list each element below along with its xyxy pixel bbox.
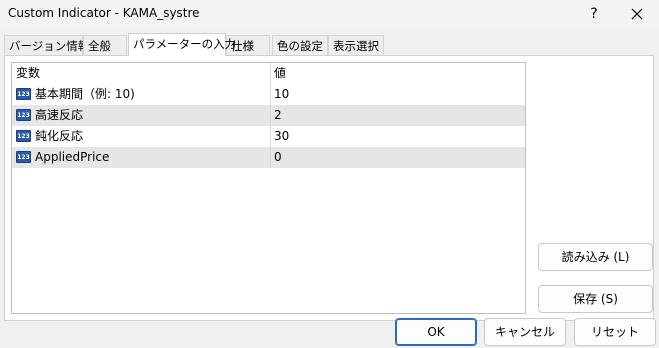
tab-color-settings[interactable]: 色の設定: [272, 35, 328, 55]
table-row[interactable]: 123 基本期間（例: 10) 10: [12, 84, 525, 105]
param-value[interactable]: 30: [274, 126, 522, 147]
param-name: 基本期間（例: 10): [35, 87, 135, 101]
tab-version-info[interactable]: バージョン情報: [4, 35, 89, 55]
param-name: 鈍化反応: [35, 129, 84, 143]
window-title: Custom Indicator - KAMA_systre: [8, 6, 200, 20]
column-header-variable: 変数: [16, 66, 41, 80]
column-divider: [270, 63, 271, 84]
close-button[interactable]: [615, 0, 659, 28]
integer-param-icon: 123: [16, 129, 31, 142]
param-value[interactable]: 2: [274, 105, 522, 126]
cancel-button[interactable]: キャンセル: [484, 318, 566, 346]
param-value[interactable]: 0: [274, 147, 522, 168]
integer-param-icon: 123: [16, 150, 31, 163]
tab-display-select[interactable]: 表示選択: [328, 35, 384, 55]
help-button[interactable]: ?: [572, 0, 616, 28]
param-name: AppliedPrice: [35, 150, 110, 164]
load-button[interactable]: 読み込み (L): [538, 243, 653, 271]
reset-button[interactable]: リセット: [574, 318, 656, 346]
tab-general[interactable]: 全般: [83, 35, 127, 55]
integer-param-icon: 123: [16, 108, 31, 121]
save-button[interactable]: 保存 (S): [538, 285, 653, 313]
grid-header: 変数 値: [12, 63, 525, 84]
close-icon: [631, 8, 643, 20]
param-name: 高速反応: [35, 108, 84, 122]
title-bar: Custom Indicator - KAMA_systre ?: [0, 0, 659, 28]
table-row[interactable]: 123 AppliedPrice 0: [12, 147, 525, 168]
table-row[interactable]: 123 鈍化反応 30: [12, 126, 525, 147]
column-header-value: 値: [274, 66, 287, 80]
table-row[interactable]: 123 高速反応 2: [12, 105, 525, 126]
integer-param-icon: 123: [16, 87, 31, 100]
tab-parameter-input[interactable]: パラメーターの入力: [128, 33, 236, 56]
tab-strip: バージョン情報 全般 パラメーターの入力 仕様 色の設定 表示選択: [4, 33, 644, 56]
ok-button[interactable]: OK: [395, 318, 477, 346]
parameter-grid: 変数 値 123 基本期間（例: 10) 10 123 高速反応 2 123 鈍化反応…: [11, 62, 526, 314]
param-value[interactable]: 10: [274, 84, 522, 105]
